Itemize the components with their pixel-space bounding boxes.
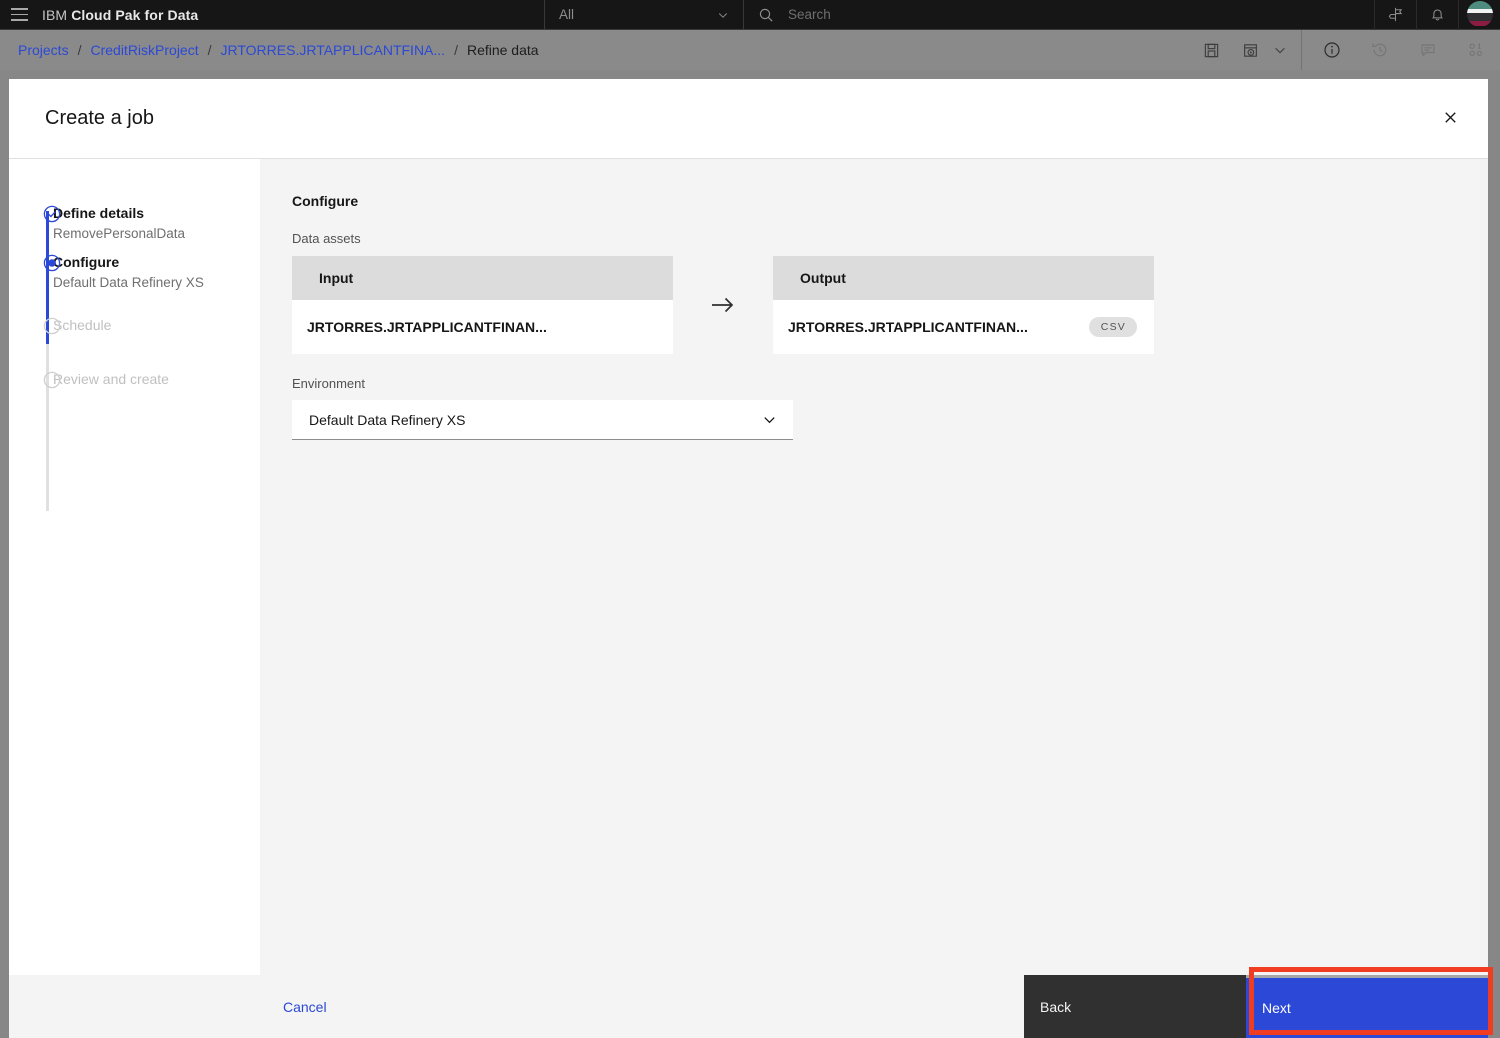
step-label: Schedule (53, 317, 112, 333)
input-asset-name: JRTORRES.JRTAPPLICANTFINAN... (307, 319, 547, 335)
arrow-right-icon (673, 294, 773, 316)
output-card-body: JRTORRES.JRTAPPLICANTFINAN... CSV (773, 300, 1154, 354)
modal-header: Create a job (9, 79, 1488, 159)
close-icon[interactable] (1426, 93, 1474, 141)
comment-icon[interactable] (1404, 30, 1452, 70)
modal-overlay-left (0, 70, 9, 1038)
data-assets-label: Data assets (292, 231, 361, 246)
input-card-header: Input (292, 256, 673, 300)
run-job-icon[interactable] (1235, 30, 1265, 70)
output-card-header: Output (773, 256, 1154, 300)
step-sublabel: Default Data Refinery XS (53, 275, 204, 290)
output-asset-name: JRTORRES.JRTAPPLICANTFINAN... (788, 319, 1028, 335)
search-icon (759, 8, 773, 22)
pane-spacer (292, 440, 1488, 975)
global-search-placeholder: Search (788, 7, 831, 22)
step-navigation: Define details RemovePersonalData Config… (9, 159, 260, 975)
page-title: Create a job (45, 107, 154, 129)
data-binary-icon[interactable] (1452, 30, 1500, 70)
radio-selected-icon (43, 254, 61, 272)
global-header: IBM Cloud Pak for Data All Search (0, 0, 1500, 30)
input-asset-card: Input JRTORRES.JRTAPPLICANTFINAN... (292, 256, 673, 354)
check-circle-icon (43, 205, 61, 223)
chevron-down-icon (761, 411, 778, 428)
step-label: Configure (53, 254, 120, 270)
environment-label: Environment (292, 376, 365, 391)
breadcrumb-item-creditriskproject[interactable]: CreditRiskProject (90, 42, 198, 58)
brand-prefix: IBM (42, 6, 68, 23)
modal-footer: Cancel Back Next (9, 975, 1488, 1038)
menu-icon[interactable] (0, 0, 38, 30)
breadcrumb: Projects / CreditRiskProject / JRTORRES.… (0, 42, 539, 58)
step-sublabel: RemovePersonalData (53, 226, 186, 241)
avatar (1466, 0, 1493, 27)
chevron-down-icon (718, 12, 728, 18)
next-button[interactable]: Next (1246, 975, 1488, 1038)
radio-empty-icon (43, 317, 61, 335)
user-avatar[interactable] (1458, 0, 1500, 30)
modal-overlay-right (1488, 70, 1500, 1038)
cancel-button[interactable]: Cancel (283, 999, 327, 1015)
breadcrumb-item-asset[interactable]: JRTORRES.JRTAPPLICANTFINA... (221, 42, 446, 58)
breadcrumb-toolbar (1187, 30, 1500, 70)
environment-selected-value: Default Data Refinery XS (309, 411, 466, 428)
breadcrumb-separator: / (207, 42, 212, 58)
environment-select[interactable]: Default Data Refinery XS (292, 400, 793, 440)
back-button[interactable]: Back (1024, 975, 1246, 1038)
footer-left: Cancel (9, 975, 1024, 1038)
breadcrumb-separator: / (77, 42, 82, 58)
output-asset-card: Output JRTORRES.JRTAPPLICANTFINAN... CSV (773, 256, 1154, 354)
breadcrumb-item-current: Refine data (466, 42, 539, 58)
step-review-and-create: Review and create (9, 369, 260, 389)
input-card-body: JRTORRES.JRTAPPLICANTFINAN... (292, 300, 673, 354)
history-icon[interactable] (1356, 30, 1404, 70)
step-label: Define details (53, 205, 145, 221)
step-label: Review and create (53, 371, 169, 387)
info-icon[interactable] (1308, 30, 1356, 70)
brand-name: Cloud Pak for Data (71, 6, 199, 23)
global-search[interactable]: Search (744, 0, 1374, 30)
breadcrumb-separator: / (454, 42, 458, 58)
save-icon[interactable] (1187, 30, 1235, 70)
chevron-down-icon[interactable] (1265, 30, 1295, 70)
create-job-modal: Create a job Define details RemovePerson… (9, 79, 1488, 1038)
toolbar-divider (1301, 30, 1302, 70)
breadcrumb-bar: Projects / CreditRiskProject / JRTORRES.… (0, 30, 1500, 70)
configure-pane: Configure Data assets Input JRTORRES.JRT… (260, 159, 1488, 975)
notification-bell-icon[interactable] (1416, 0, 1458, 30)
search-scope-select[interactable]: All (544, 0, 744, 30)
step-define-details[interactable]: Define details RemovePersonalData (9, 203, 260, 244)
modal-body: Define details RemovePersonalData Config… (9, 159, 1488, 975)
step-schedule: Schedule (9, 315, 260, 335)
radio-empty-icon (43, 371, 61, 389)
pane-heading: Configure (292, 193, 359, 209)
status-badge: CSV (1088, 317, 1137, 337)
breadcrumb-item-projects[interactable]: Projects (18, 42, 69, 58)
product-brand: IBM Cloud Pak for Data (42, 7, 198, 23)
data-assets-row: Input JRTORRES.JRTAPPLICANTFINAN... Outp… (292, 256, 1488, 354)
sign-post-icon[interactable] (1374, 0, 1416, 30)
step-configure[interactable]: Configure Default Data Refinery XS (9, 252, 260, 293)
search-scope-value: All (559, 7, 575, 22)
